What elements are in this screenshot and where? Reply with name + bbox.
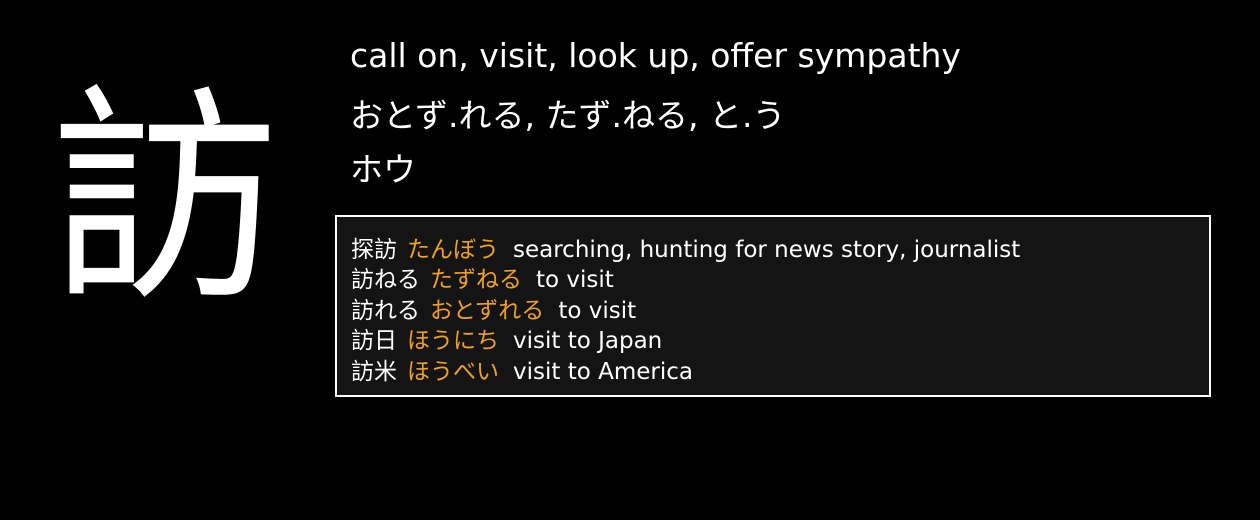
vocab-row: 訪れる おとずれる to visit: [351, 296, 1209, 326]
vocab-word: 訪ねる: [351, 267, 420, 294]
vocab-reading: おとずれる: [430, 297, 545, 324]
vocab-row: 訪日 ほうにち visit to Japan: [351, 326, 1209, 356]
vocab-word: 探訪: [351, 237, 397, 263]
kanji-character: 訪: [49, 66, 280, 333]
vocab-word: 訪れる: [351, 297, 420, 324]
vocab-word: 訪米: [351, 358, 397, 385]
vocab-reading: ほうにち: [407, 328, 499, 355]
vocab-gloss: to visit: [536, 267, 614, 294]
vocab-row: 訪米 ほうべい visit to America: [351, 357, 1209, 387]
vocab-gloss: to visit: [558, 297, 637, 324]
vocab-gloss: visit to Japan: [513, 328, 663, 355]
vocab-reading: ほうべい: [407, 358, 499, 385]
vocab-row: 訪ねる たずねる to visit: [351, 265, 1209, 295]
kun-readings: おとず.れる, たず.ねる, と.う: [350, 96, 786, 135]
vocabulary-panel: 探訪 たんぼう searching, hunting for news story,…: [335, 215, 1211, 397]
on-readings: ホウ: [350, 150, 416, 189]
vocabulary-list: 探訪 たんぼう searching, hunting for news story,…: [337, 217, 1209, 387]
vocab-reading: たずねる: [430, 267, 522, 294]
vocab-word: 訪日: [351, 328, 397, 355]
kanji-meaning: call on, visit, look up, offer sympathy: [350, 36, 961, 75]
vocab-gloss: visit to America: [513, 358, 693, 385]
vocab-gloss: searching, hunting for news story, journ…: [513, 237, 1021, 263]
vocab-row: 探訪 たんぼう searching, hunting for news story,…: [351, 235, 1209, 265]
vocab-reading: たんぼう: [407, 237, 499, 263]
